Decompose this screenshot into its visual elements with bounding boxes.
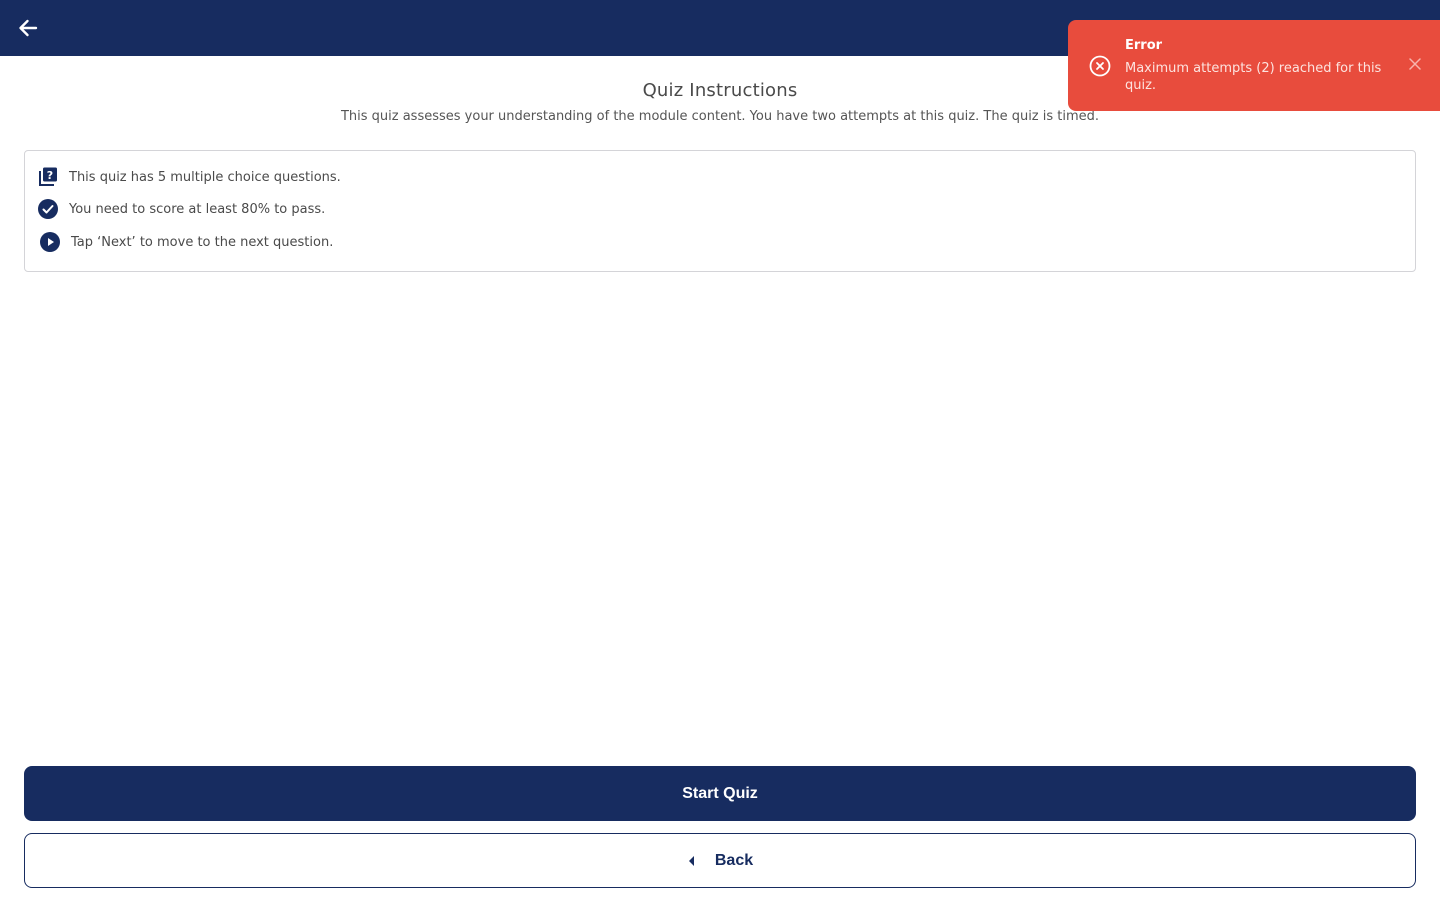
- instruction-item: Tap ‘Next’ to move to the next question.: [37, 230, 333, 254]
- close-icon: [1409, 58, 1421, 70]
- toast-title: Error: [1125, 38, 1163, 53]
- page-subtitle: This quiz assesses your understanding of…: [340, 109, 1100, 124]
- error-circle-icon: [1089, 55, 1111, 77]
- instructions-card: ? This quiz has 5 multiple choice questi…: [24, 150, 1416, 272]
- instruction-text: This quiz has 5 multiple choice question…: [69, 169, 341, 185]
- arrow-left-icon: [19, 19, 38, 37]
- instruction-item: You need to score at least 80% to pass.: [37, 197, 325, 221]
- toast-message: Maximum attempts (2) reached for this qu…: [1125, 61, 1382, 93]
- toast-close-button[interactable]: [1407, 56, 1423, 72]
- instruction-text: You need to score at least 80% to pass.: [69, 201, 326, 217]
- instruction-item: ? This quiz has 5 multiple choice questi…: [37, 165, 341, 189]
- back-arrow-button[interactable]: [14, 14, 42, 42]
- svg-text:?: ?: [47, 169, 53, 182]
- instruction-text: Tap ‘Next’ to move to the next question.: [71, 234, 334, 250]
- caret-left-icon: [688, 855, 694, 866]
- back-button[interactable]: Back: [24, 833, 1416, 888]
- play-circle-icon: [39, 231, 61, 253]
- back-label: Back: [714, 851, 754, 869]
- check-circle-icon: [37, 198, 59, 220]
- error-toast: Error Maximum attempts (2) reached for t…: [1068, 20, 1440, 111]
- start-quiz-label: Start Quiz: [682, 784, 758, 802]
- quiz-icon: ?: [37, 166, 59, 188]
- start-quiz-button[interactable]: Start Quiz: [24, 766, 1416, 821]
